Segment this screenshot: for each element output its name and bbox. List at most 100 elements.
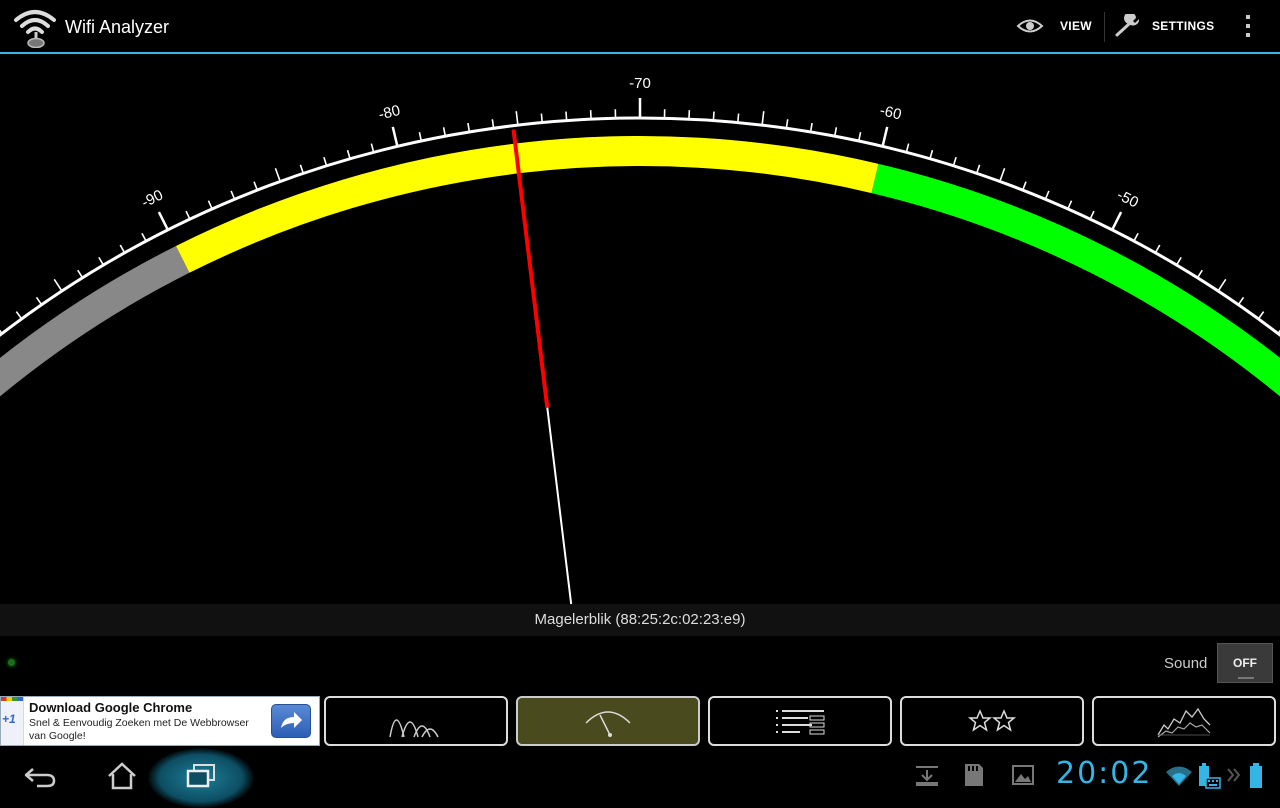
eye-icon <box>1016 16 1044 36</box>
plus-one-stripe <box>1 697 23 701</box>
meter-tick <box>0 326 2 333</box>
app-title: Wifi Analyzer <box>65 17 169 38</box>
tab-channel-rating[interactable] <box>900 696 1084 746</box>
overflow-menu-button[interactable] <box>1240 0 1256 52</box>
meter-zone-2 <box>872 164 1280 401</box>
ad-body: Snel & Eenvoudig Zoeken met De Webbrowse… <box>29 717 267 743</box>
battery-icon[interactable] <box>1248 762 1264 790</box>
network-ssid: Magelerblik (88:25:2c:02:23:e9) <box>535 611 746 628</box>
home-button[interactable] <box>100 752 144 800</box>
back-button[interactable] <box>18 752 62 800</box>
tab-time-graph[interactable] <box>1092 696 1276 746</box>
tab-signal-meter[interactable] <box>516 696 700 746</box>
tab-channel-graph[interactable] <box>324 696 508 746</box>
signal-meter-icon <box>578 701 638 741</box>
meter-tick <box>120 245 124 253</box>
divider <box>1104 12 1105 42</box>
meter-tick <box>348 150 350 159</box>
action-bar: Wifi Analyzer VIEW SETTINGS <box>0 0 1280 54</box>
sound-label: Sound <box>1164 655 1207 672</box>
ssid-bar[interactable]: Magelerblik (88:25:2c:02:23:e9) <box>0 604 1280 636</box>
needle-stem <box>547 408 572 606</box>
meter-tick <box>1155 245 1159 253</box>
ad-go-button[interactable] <box>271 704 311 738</box>
status-led <box>8 659 15 666</box>
signal-needle <box>513 130 571 606</box>
meter-label: -80 <box>377 102 402 124</box>
chevron-right-icon <box>1226 766 1242 784</box>
meter-tick <box>1000 168 1005 181</box>
plus-one-button[interactable]: +1 <box>1 697 24 745</box>
home-icon <box>106 761 138 791</box>
meter-tick <box>159 212 168 230</box>
time-graph-icon <box>1154 701 1214 741</box>
status-clock[interactable]: 20:02 <box>1056 756 1152 791</box>
signal-meter: -100-90-80-70-60-50-40 dBm <box>0 56 1280 606</box>
channel-rating-icon <box>962 701 1022 741</box>
meter-label: -50 <box>1114 187 1141 212</box>
meter-tick <box>906 144 908 153</box>
meter-tick <box>254 182 257 190</box>
share-arrow-icon <box>272 705 310 737</box>
ap-list-icon <box>770 701 830 741</box>
meter-tick <box>1258 312 1263 319</box>
meter-tick <box>231 191 234 199</box>
view-button[interactable]: VIEW <box>1016 0 1092 52</box>
ad-banner[interactable]: +1 Download Google Chrome Snel & Eenvoud… <box>0 696 320 746</box>
meter-tick <box>275 168 280 181</box>
meter-tick <box>142 233 146 241</box>
meter-tick <box>1197 270 1202 278</box>
meter-tick <box>541 114 542 123</box>
meter-tick <box>1238 297 1243 304</box>
meter-tick <box>1112 212 1121 230</box>
ad-title: Download Google Chrome <box>29 700 192 715</box>
meter-tick <box>1134 233 1138 241</box>
meter-zones <box>0 136 1280 401</box>
meter-tick <box>977 165 980 174</box>
meter-tick <box>738 114 739 123</box>
meter-label: -90 <box>139 187 166 212</box>
meter-tick <box>1090 211 1094 219</box>
sd-card-icon[interactable] <box>962 762 986 788</box>
meter-tick <box>393 127 398 146</box>
meter-tick <box>54 279 62 291</box>
meter-tick <box>208 201 212 209</box>
meter-tick <box>300 165 303 174</box>
meter-tick <box>566 112 567 121</box>
keyboard-battery-icon[interactable] <box>1196 762 1222 790</box>
meter-tick <box>1045 191 1048 199</box>
meter-tick <box>1177 257 1182 265</box>
download-icon[interactable] <box>914 762 940 788</box>
sound-toggle[interactable]: OFF <box>1217 643 1273 683</box>
overflow-menu-icon <box>1245 14 1251 38</box>
meter-tick <box>762 111 764 125</box>
recent-apps-icon <box>185 762 217 790</box>
meter-tick <box>516 111 518 125</box>
meter-tick <box>371 144 373 153</box>
wrench-icon <box>1114 14 1142 38</box>
wifi-status-icon[interactable] <box>1164 762 1194 788</box>
meter-tick <box>883 127 888 146</box>
channel-graph-icon <box>386 701 446 741</box>
tab-ap-list[interactable] <box>708 696 892 746</box>
wifi-app-icon[interactable] <box>12 6 58 48</box>
plus-one-label: +1 <box>2 712 16 726</box>
sound-toggle-label: OFF <box>1233 656 1257 670</box>
settings-button[interactable]: SETTINGS <box>1114 0 1214 52</box>
meter-tick <box>16 312 21 319</box>
settings-label: SETTINGS <box>1152 19 1214 33</box>
meter-label: -60 <box>878 102 903 124</box>
view-label: VIEW <box>1060 19 1092 33</box>
meter-tick <box>99 257 104 265</box>
meter-tick <box>713 112 714 121</box>
meter-tick <box>37 297 42 304</box>
recent-apps-button[interactable] <box>178 752 224 800</box>
gallery-icon[interactable] <box>1010 762 1036 788</box>
meter-tick <box>324 157 327 166</box>
meter-tick <box>1218 279 1226 291</box>
meter-tick <box>953 157 956 166</box>
meter-tick <box>930 150 932 159</box>
meter-tick <box>1068 201 1072 209</box>
back-icon <box>23 763 57 789</box>
meter-tick <box>78 270 83 278</box>
